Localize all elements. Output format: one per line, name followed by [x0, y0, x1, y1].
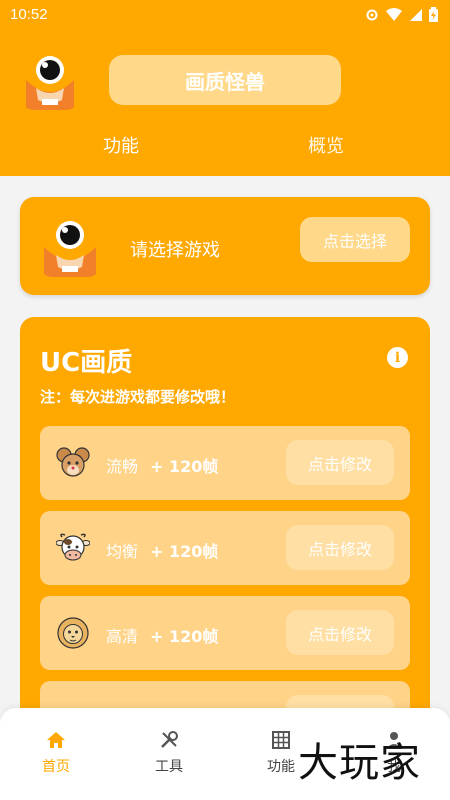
uc-title: UC画质 [40, 348, 133, 378]
option-name: 高清 [106, 627, 139, 646]
select-game-hint: 请选择游戏 [130, 240, 220, 261]
tools-icon [161, 731, 178, 748]
game-select-card: 请选择游戏 点击选择 [20, 197, 430, 295]
nav-item-tools[interactable]: 工具 [139, 730, 199, 776]
wifi-icon [386, 7, 402, 21]
home-icon [47, 732, 65, 748]
status-time: 10:52 [10, 6, 48, 23]
quality-option-hd: 高清 + 120帧 点击修改 [40, 596, 410, 670]
nav-label: 工具 [155, 759, 183, 775]
mouse-face-icon [56, 447, 90, 477]
signal-icon [410, 8, 422, 21]
settings-gear-icon [366, 9, 378, 20]
app-logo [20, 50, 80, 110]
grid-icon [272, 731, 290, 749]
select-game-button[interactable]: 点击选择 [300, 217, 410, 262]
uc-note: 注：每次进游戏都要修改哦！ [40, 388, 236, 406]
nav-label: 首页 [42, 759, 70, 775]
info-icon[interactable]: i [387, 347, 408, 368]
app-title: 画质怪兽 [109, 55, 341, 105]
battery-icon [429, 7, 438, 22]
watermark-text: 大玩家 [298, 740, 421, 786]
option-fps: + 120帧 [150, 457, 219, 476]
modify-button[interactable]: 点击修改 [286, 440, 394, 485]
option-name: 均衡 [106, 542, 139, 561]
option-name: 流畅 [106, 457, 139, 476]
option-fps: + 120帧 [150, 542, 219, 561]
tab-function[interactable]: 功能 [103, 132, 139, 158]
modify-button[interactable]: 点击修改 [286, 610, 394, 655]
tab-overview[interactable]: 概览 [308, 132, 344, 158]
modify-button[interactable]: 点击修改 [286, 525, 394, 570]
nav-label: 功能 [267, 759, 295, 775]
game-logo [40, 215, 100, 277]
app-header: 画质怪兽 功能 概览 [0, 30, 450, 176]
quality-option-balanced: 均衡 + 120帧 点击修改 [40, 511, 410, 585]
system-icons [365, 7, 438, 22]
uc-quality-card: UC画质 i 注：每次进游戏都要修改哦！ 流畅 + 120帧 点击修改 均衡 + [20, 317, 430, 737]
quality-option-smooth: 流畅 + 120帧 点击修改 [40, 426, 410, 500]
nav-item-home[interactable]: 首页 [26, 730, 86, 776]
cow-face-icon [56, 533, 90, 561]
status-bar: 10:52 [0, 0, 450, 30]
option-fps: + 120帧 [150, 627, 219, 646]
lion-face-icon [57, 617, 89, 649]
